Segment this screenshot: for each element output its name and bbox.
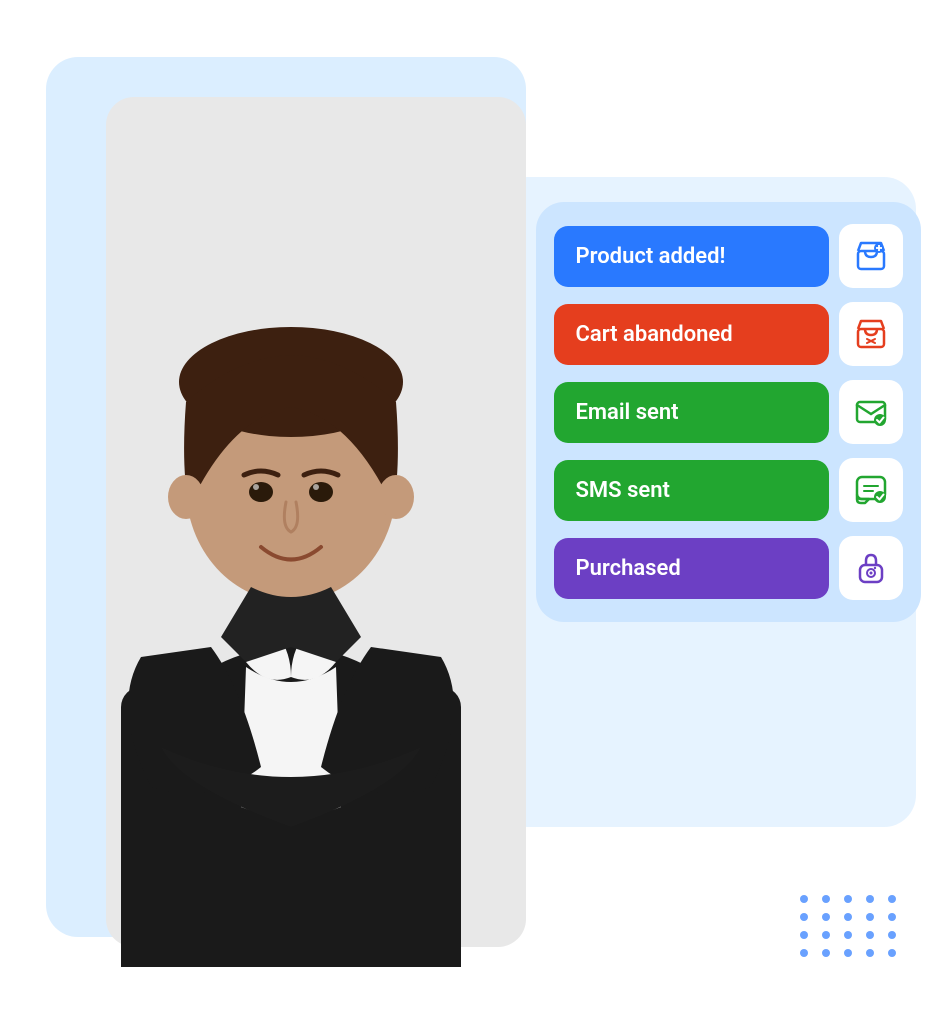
email-icon — [853, 394, 889, 430]
dots-row-4 — [800, 949, 896, 957]
card-row-sms-sent: SMS sent — [554, 458, 903, 522]
card-row-cart-abandoned: Cart abandoned — [554, 302, 903, 366]
dot — [866, 895, 874, 903]
dot — [822, 913, 830, 921]
card-label-purchased: Purchased — [554, 538, 829, 599]
dot — [888, 949, 896, 957]
dot — [866, 913, 874, 921]
main-scene: Product added! Cart abandoned — [26, 27, 926, 987]
card-icon-box-purchased — [839, 536, 903, 600]
card-icon-box-email-sent — [839, 380, 903, 444]
event-card-panel: Product added! Cart abandoned — [536, 202, 921, 622]
card-row-product-added: Product added! — [554, 224, 903, 288]
dot — [844, 931, 852, 939]
card-row-purchased: Purchased — [554, 536, 903, 600]
dot — [800, 949, 808, 957]
card-row-email-sent: Email sent — [554, 380, 903, 444]
dot — [888, 895, 896, 903]
dot — [844, 949, 852, 957]
card-icon-box-cart-abandoned — [839, 302, 903, 366]
card-label-email-sent: Email sent — [554, 382, 829, 443]
dot — [800, 913, 808, 921]
lock-icon — [853, 550, 889, 586]
person-area — [56, 47, 526, 967]
dots-row-1 — [800, 895, 896, 903]
dot — [866, 949, 874, 957]
dot — [888, 931, 896, 939]
person-figure — [81, 107, 501, 967]
dot — [822, 949, 830, 957]
store-icon — [853, 238, 889, 274]
dots-row-2 — [800, 913, 896, 921]
card-icon-box-sms-sent — [839, 458, 903, 522]
dot — [822, 931, 830, 939]
sms-icon — [853, 472, 889, 508]
dots-row-3 — [800, 931, 896, 939]
card-label-cart-abandoned: Cart abandoned — [554, 304, 829, 365]
dot — [888, 913, 896, 921]
dot — [844, 895, 852, 903]
dot — [822, 895, 830, 903]
card-icon-box-product-added — [839, 224, 903, 288]
dot — [844, 913, 852, 921]
dot — [800, 931, 808, 939]
dot-grid-decoration — [800, 895, 896, 967]
dot — [866, 931, 874, 939]
card-label-sms-sent: SMS sent — [554, 460, 829, 521]
card-label-product-added: Product added! — [554, 226, 829, 287]
dot — [800, 895, 808, 903]
cart-abandoned-icon — [853, 316, 889, 352]
